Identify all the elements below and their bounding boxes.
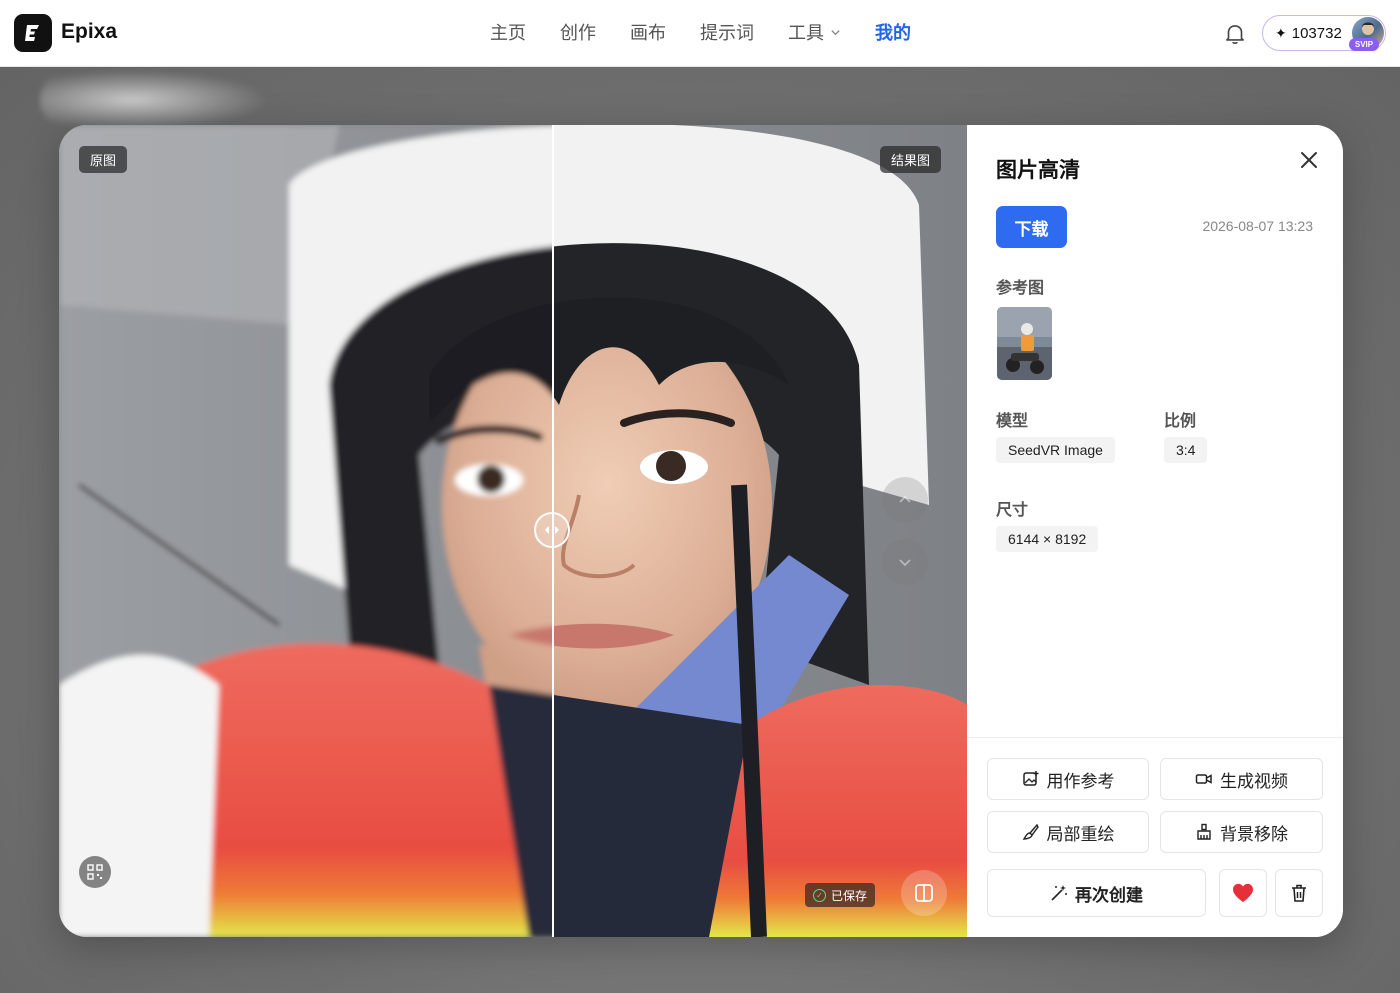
use-as-reference-label: 用作参考 bbox=[1046, 771, 1115, 791]
top-navigation-bar: Epixa 主页 创作 画布 提示词 工具 我的 ✦ 103732 SVIP bbox=[0, 0, 1400, 67]
generate-video-button[interactable]: 生成视频 bbox=[1160, 758, 1323, 800]
nav-tools-label: 工具 bbox=[788, 23, 824, 43]
download-button[interactable]: 下载 bbox=[996, 206, 1067, 248]
use-as-reference-button[interactable]: 用作参考 bbox=[987, 758, 1149, 800]
delete-button[interactable] bbox=[1275, 869, 1323, 917]
reference-image-label: 参考图 bbox=[996, 280, 1045, 297]
eraser-icon bbox=[1197, 823, 1211, 840]
sparkle-icon: ✦ bbox=[1275, 24, 1287, 41]
close-icon[interactable] bbox=[1297, 148, 1321, 172]
panel-title: 图片高清 bbox=[996, 159, 1080, 182]
svip-badge: SVIP bbox=[1349, 38, 1379, 51]
nav-create[interactable]: 创作 bbox=[560, 19, 596, 45]
generate-video-label: 生成视频 bbox=[1220, 771, 1288, 791]
model-value: SeedVR Image bbox=[996, 437, 1115, 463]
created-date: 2026-08-07 13:23 bbox=[1202, 218, 1313, 234]
detail-panel: 图片高清 下载 2026-08-07 13:23 参考图 模型 比例 SeedV… bbox=[967, 125, 1343, 937]
bell-icon[interactable] bbox=[1222, 21, 1248, 47]
ratio-value: 3:4 bbox=[1164, 437, 1208, 463]
actions-divider bbox=[967, 737, 1343, 738]
credits-count: 103732 bbox=[1291, 24, 1342, 42]
saved-status: ✓ 已保存 bbox=[805, 883, 876, 907]
saved-label: 已保存 bbox=[831, 888, 868, 903]
nav-tools[interactable]: 工具 bbox=[788, 19, 841, 45]
recreate-button[interactable]: 再次创建 bbox=[987, 869, 1206, 917]
size-label: 尺寸 bbox=[996, 502, 1029, 519]
video-camera-icon bbox=[1195, 774, 1212, 784]
nav-prompts[interactable]: 提示词 bbox=[700, 19, 754, 45]
result-image-label: 结果图 bbox=[880, 146, 942, 173]
remove-background-button[interactable]: 背景移除 bbox=[1160, 811, 1323, 853]
nav-canvas[interactable]: 画布 bbox=[630, 19, 666, 45]
nav-home[interactable]: 主页 bbox=[490, 19, 526, 45]
inpaint-label: 局部重绘 bbox=[1046, 824, 1115, 844]
previous-image-button[interactable] bbox=[882, 477, 928, 523]
chevron-up-icon bbox=[899, 495, 911, 503]
qr-code-icon bbox=[87, 864, 103, 880]
main-nav: 主页 创作 画布 提示词 工具 我的 bbox=[473, 19, 928, 45]
recreate-label: 再次创建 bbox=[1075, 885, 1143, 905]
reference-image-thumbnail[interactable] bbox=[997, 307, 1052, 380]
brush-icon bbox=[1022, 823, 1039, 840]
model-label: 模型 bbox=[996, 413, 1029, 430]
epixa-logo-icon[interactable] bbox=[14, 14, 52, 52]
ratio-label: 比例 bbox=[1164, 413, 1197, 430]
inpaint-button[interactable]: 局部重绘 bbox=[987, 811, 1149, 853]
check-circle-icon: ✓ bbox=[813, 888, 826, 902]
compare-mode-toggle[interactable] bbox=[901, 870, 947, 916]
remove-background-label: 背景移除 bbox=[1220, 824, 1288, 844]
drag-arrows-icon bbox=[545, 526, 559, 534]
portrait-photo bbox=[59, 125, 967, 937]
image-detail-modal: 原图 结果图 ✓ 已保存 图片高清 下载 2026-08-07 13:23 参考… bbox=[59, 125, 1343, 937]
qr-code-button[interactable] bbox=[79, 856, 111, 888]
background-image-fragment bbox=[40, 70, 270, 130]
split-view-icon bbox=[915, 884, 933, 902]
image-add-icon bbox=[1022, 771, 1038, 786]
heart-icon bbox=[1233, 883, 1253, 903]
magic-wand-icon bbox=[1051, 885, 1067, 901]
image-compare-viewer[interactable]: 原图 结果图 ✓ 已保存 bbox=[59, 125, 967, 937]
compare-slider-handle[interactable] bbox=[534, 512, 570, 548]
original-image-label: 原图 bbox=[79, 146, 128, 173]
favorite-button[interactable] bbox=[1219, 869, 1267, 917]
trash-icon bbox=[1292, 884, 1306, 902]
chevron-down-icon bbox=[899, 559, 911, 567]
next-image-button[interactable] bbox=[882, 539, 928, 585]
brand-name[interactable]: Epixa bbox=[61, 20, 117, 44]
nav-mine[interactable]: 我的 bbox=[875, 19, 911, 45]
size-value: 6144 × 8192 bbox=[996, 526, 1099, 552]
chevron-down-icon bbox=[831, 29, 840, 35]
